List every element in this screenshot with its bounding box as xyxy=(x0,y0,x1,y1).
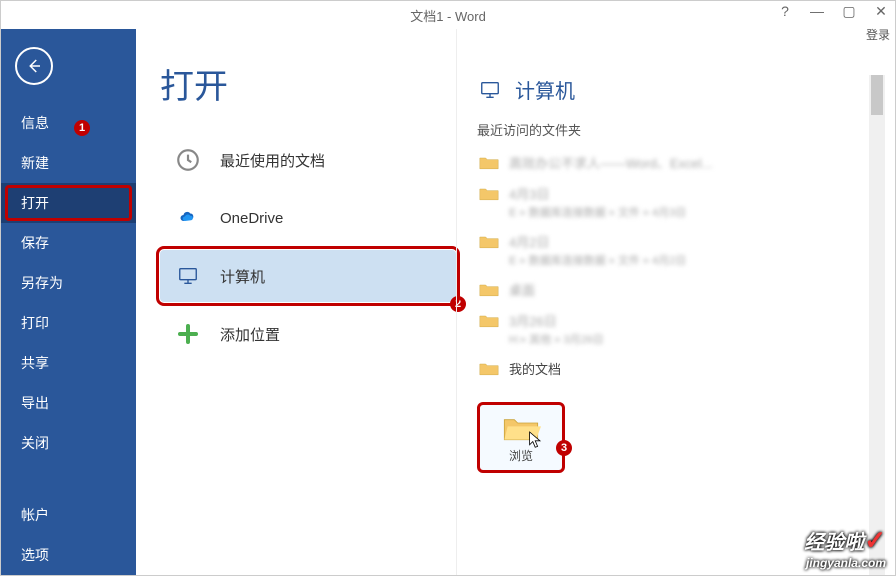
recent-folders-label: 最近访问的文件夹 xyxy=(477,120,863,139)
nav-new[interactable]: 新建 xyxy=(1,143,136,183)
folder-icon xyxy=(479,186,499,202)
browse-button[interactable]: 浏览 3 xyxy=(477,402,565,473)
folder-icon xyxy=(479,234,499,250)
folder-path: E » 数据库连接数据 » 文件 » 4月3日 xyxy=(509,204,686,220)
help-button[interactable]: ? xyxy=(775,3,795,20)
restore-button[interactable]: ▢ xyxy=(839,3,859,20)
browse-label: 浏览 xyxy=(509,447,533,464)
nav-options[interactable]: 选项 xyxy=(1,535,136,575)
titlebar: 文档1 - Word ? — ▢ ✕ xyxy=(1,1,895,29)
back-button[interactable] xyxy=(15,47,53,85)
backstage-sidebar: 信息 新建 打开 保存 另存为 打印 共享 导出 关闭 帐户 选项 xyxy=(1,29,136,575)
open-sources-column: 打开 最近使用的文档 OneDrive xyxy=(136,29,456,575)
folder-item[interactable]: 4月3日 E » 数据库连接数据 » 文件 » 4月3日 xyxy=(477,178,863,226)
folder-item[interactable]: 桌面 xyxy=(477,274,863,305)
source-recent[interactable]: 最近使用的文档 xyxy=(160,134,456,186)
folder-icon xyxy=(479,313,499,329)
nav-open[interactable]: 打开 xyxy=(1,183,136,223)
clock-icon xyxy=(174,146,202,174)
source-label: 计算机 xyxy=(220,266,265,287)
arrow-left-icon xyxy=(25,57,43,75)
source-add-place[interactable]: 添加位置 xyxy=(160,308,456,360)
folder-item[interactable]: 高效办公不求人——Word、Excel... xyxy=(477,147,863,178)
folder-item[interactable]: 3月26日 H:» 其他 » 3月26日 xyxy=(477,305,863,353)
folder-icon xyxy=(479,282,499,298)
folder-name: 高效办公不求人——Word、Excel... xyxy=(509,153,712,172)
main-area: 打开 最近使用的文档 OneDrive xyxy=(136,29,895,575)
window-title: 文档1 - Word xyxy=(410,6,486,25)
source-label: 添加位置 xyxy=(220,324,280,345)
right-title-text: 计算机 xyxy=(515,75,575,104)
folder-column: 计算机 最近访问的文件夹 高效办公不求人——Word、Excel... 4月3日 xyxy=(456,29,895,575)
folder-icon xyxy=(479,361,499,377)
nav-save[interactable]: 保存 xyxy=(1,223,136,263)
vertical-scrollbar[interactable] xyxy=(869,75,885,575)
folder-name: 3月26日 xyxy=(509,311,604,330)
computer-icon xyxy=(477,79,503,101)
folder-icon xyxy=(479,155,499,171)
nav-saveas[interactable]: 另存为 xyxy=(1,263,136,303)
page-title: 打开 xyxy=(160,59,456,108)
scroll-thumb[interactable] xyxy=(871,75,883,115)
folder-path: H:» 其他 » 3月26日 xyxy=(509,331,604,347)
recent-folder-list: 高效办公不求人——Word、Excel... 4月3日 E » 数据库连接数据 … xyxy=(477,147,863,384)
folder-name: 桌面 xyxy=(509,280,535,299)
folder-path: E » 数据库连接数据 » 文件 » 4月2日 xyxy=(509,252,686,268)
source-label: 最近使用的文档 xyxy=(220,150,325,171)
folder-name: 4月2日 xyxy=(509,232,686,251)
source-label: OneDrive xyxy=(220,210,283,227)
cloud-icon xyxy=(174,204,202,232)
nav-print[interactable]: 打印 xyxy=(1,303,136,343)
folder-item[interactable]: 我的文档 xyxy=(477,353,863,384)
nav-export[interactable]: 导出 xyxy=(1,383,136,423)
nav-share[interactable]: 共享 xyxy=(1,343,136,383)
nav-info[interactable]: 信息 xyxy=(1,103,136,143)
computer-icon xyxy=(174,262,202,290)
folder-name: 4月3日 xyxy=(509,184,686,203)
folder-item[interactable]: 4月2日 E » 数据库连接数据 » 文件 » 4月2日 xyxy=(477,226,863,274)
plus-icon xyxy=(174,320,202,348)
window-controls: ? — ▢ ✕ xyxy=(775,3,891,20)
nav-close[interactable]: 关闭 xyxy=(1,423,136,463)
open-folder-icon xyxy=(501,413,541,443)
right-title: 计算机 xyxy=(477,75,863,104)
folder-name: 我的文档 xyxy=(509,359,561,378)
source-onedrive[interactable]: OneDrive xyxy=(160,192,456,244)
minimize-button[interactable]: — xyxy=(807,3,827,20)
source-computer[interactable]: 计算机 2 xyxy=(160,250,456,302)
close-button[interactable]: ✕ xyxy=(871,3,891,20)
nav-account[interactable]: 帐户 xyxy=(1,495,136,535)
callout-badge-3: 3 xyxy=(556,440,572,456)
callout-badge-1: 1 xyxy=(74,120,90,136)
